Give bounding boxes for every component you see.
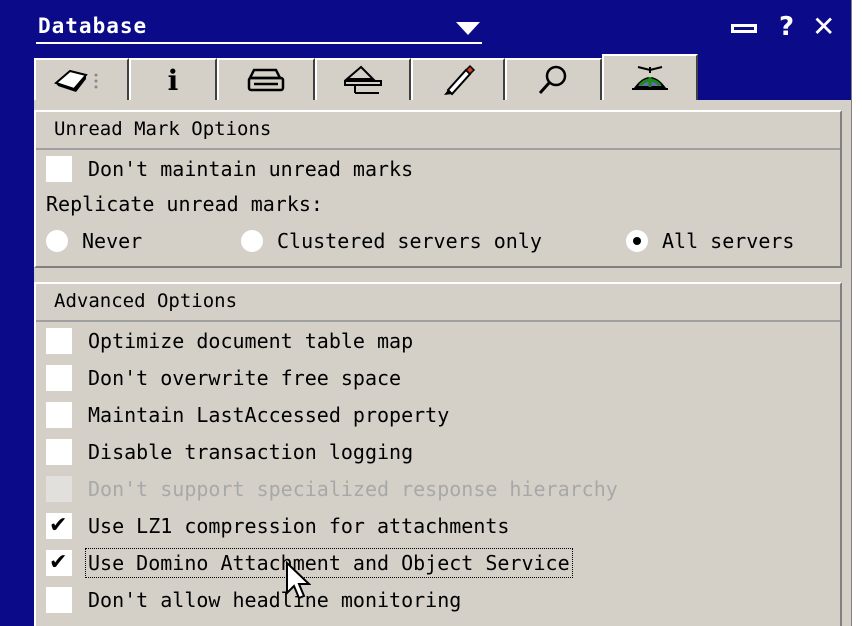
disable-transaction-logging-checkbox[interactable]: Disable transaction logging <box>46 437 413 467</box>
radio-label: Clustered servers only <box>277 229 542 253</box>
checkmark-icon: ✔ <box>49 550 68 575</box>
checkbox-box[interactable] <box>46 328 72 354</box>
checkbox-box[interactable] <box>46 587 72 613</box>
checkbox-label: Don't support specialized response hiera… <box>88 477 618 501</box>
dont-overwrite-free-space-checkbox[interactable]: Don't overwrite free space <box>46 363 401 393</box>
radio-clustered-servers-only[interactable]: Clustered servers only <box>241 229 542 253</box>
maintain-lastaccessed-checkbox[interactable]: Maintain LastAccessed property <box>46 400 449 430</box>
tab-info[interactable]: i <box>129 58 217 100</box>
checkbox-box[interactable] <box>46 156 72 182</box>
pin-icon[interactable] <box>731 24 757 33</box>
checkbox-box[interactable] <box>46 402 72 428</box>
title-dropdown-underline <box>36 42 482 44</box>
checkbox-label: Use LZ1 compression for attachments <box>88 514 510 538</box>
checkbox-label: Don't overwrite free space <box>88 366 402 390</box>
tab-content-panel: Unread Mark Options Don't maintain unrea… <box>34 100 851 626</box>
radio-button[interactable] <box>46 230 68 252</box>
replicate-unread-label: Replicate unread marks: <box>46 192 323 216</box>
tab-launch[interactable] <box>411 58 505 100</box>
tab-advanced[interactable] <box>602 54 698 100</box>
checkbox-box[interactable] <box>46 365 72 391</box>
tab-basics[interactable] <box>34 58 129 100</box>
advanced-options-group: Advanced Options Optimize document table… <box>34 282 842 626</box>
checkbox-label: Don't maintain unread marks <box>88 157 414 181</box>
checkmark-icon: ✔ <box>49 513 68 538</box>
radio-button[interactable] <box>241 230 263 252</box>
checkbox-label: Use Domino Attachment and Object Service <box>85 548 573 578</box>
lz1-compression-checkbox[interactable]: ✔ Use LZ1 compression for attachments <box>46 511 509 541</box>
group-title: Advanced Options <box>54 290 238 312</box>
inbox-icon <box>344 65 382 94</box>
chevron-down-icon[interactable] <box>456 22 480 35</box>
checkbox-box[interactable]: ✔ <box>46 513 72 539</box>
help-button[interactable]: ? <box>779 14 794 40</box>
group-title: Unread Mark Options <box>54 118 272 140</box>
group-header: Advanced Options <box>36 284 840 322</box>
radio-label: All servers <box>662 229 795 253</box>
radio-label: Never <box>82 229 143 253</box>
checkbox-box[interactable]: ✔ <box>46 550 72 576</box>
mouse-pointer-icon <box>286 561 311 600</box>
tab-full-text[interactable] <box>505 58 602 100</box>
tab-design[interactable] <box>315 58 411 100</box>
window-title: Database <box>38 14 148 38</box>
search-icon <box>538 65 566 95</box>
radio-all-servers[interactable]: All servers <box>626 229 794 253</box>
info-icon: i <box>167 63 179 97</box>
dont-maintain-unread-checkbox[interactable]: Don't maintain unread marks <box>46 154 413 184</box>
dont-support-response-hierarchy-checkbox: Don't support specialized response hiera… <box>46 474 618 504</box>
properties-window: Database ? ✕ i Unread Mark Options Don't… <box>0 0 851 626</box>
radio-never[interactable]: Never <box>46 229 142 253</box>
close-button[interactable]: ✕ <box>812 13 835 41</box>
checkbox-label: Optimize document table map <box>88 329 414 353</box>
background-window-edge <box>851 0 862 626</box>
checkbox-box[interactable] <box>46 439 72 465</box>
checkbox-label: Maintain LastAccessed property <box>88 403 450 427</box>
checkbox-label: Disable transaction logging <box>88 440 414 464</box>
tab-print[interactable] <box>217 58 315 100</box>
title-bar[interactable]: Database ? ✕ <box>0 0 851 52</box>
pen-icon <box>444 64 476 96</box>
unread-mark-options-group: Unread Mark Options Don't maintain unrea… <box>34 110 842 268</box>
checkbox-label: Don't allow headline monitoring <box>88 588 462 612</box>
checkbox-box <box>46 476 72 502</box>
dont-allow-headline-monitoring-checkbox[interactable]: Don't allow headline monitoring <box>46 585 461 615</box>
printer-icon <box>247 68 285 92</box>
propeller-hat-icon <box>632 66 668 90</box>
group-header: Unread Mark Options <box>36 112 840 150</box>
radio-selected-dot <box>633 237 641 245</box>
radio-button[interactable] <box>626 230 648 252</box>
optimize-table-map-checkbox[interactable]: Optimize document table map <box>46 326 413 356</box>
eraser-icon <box>53 69 97 92</box>
